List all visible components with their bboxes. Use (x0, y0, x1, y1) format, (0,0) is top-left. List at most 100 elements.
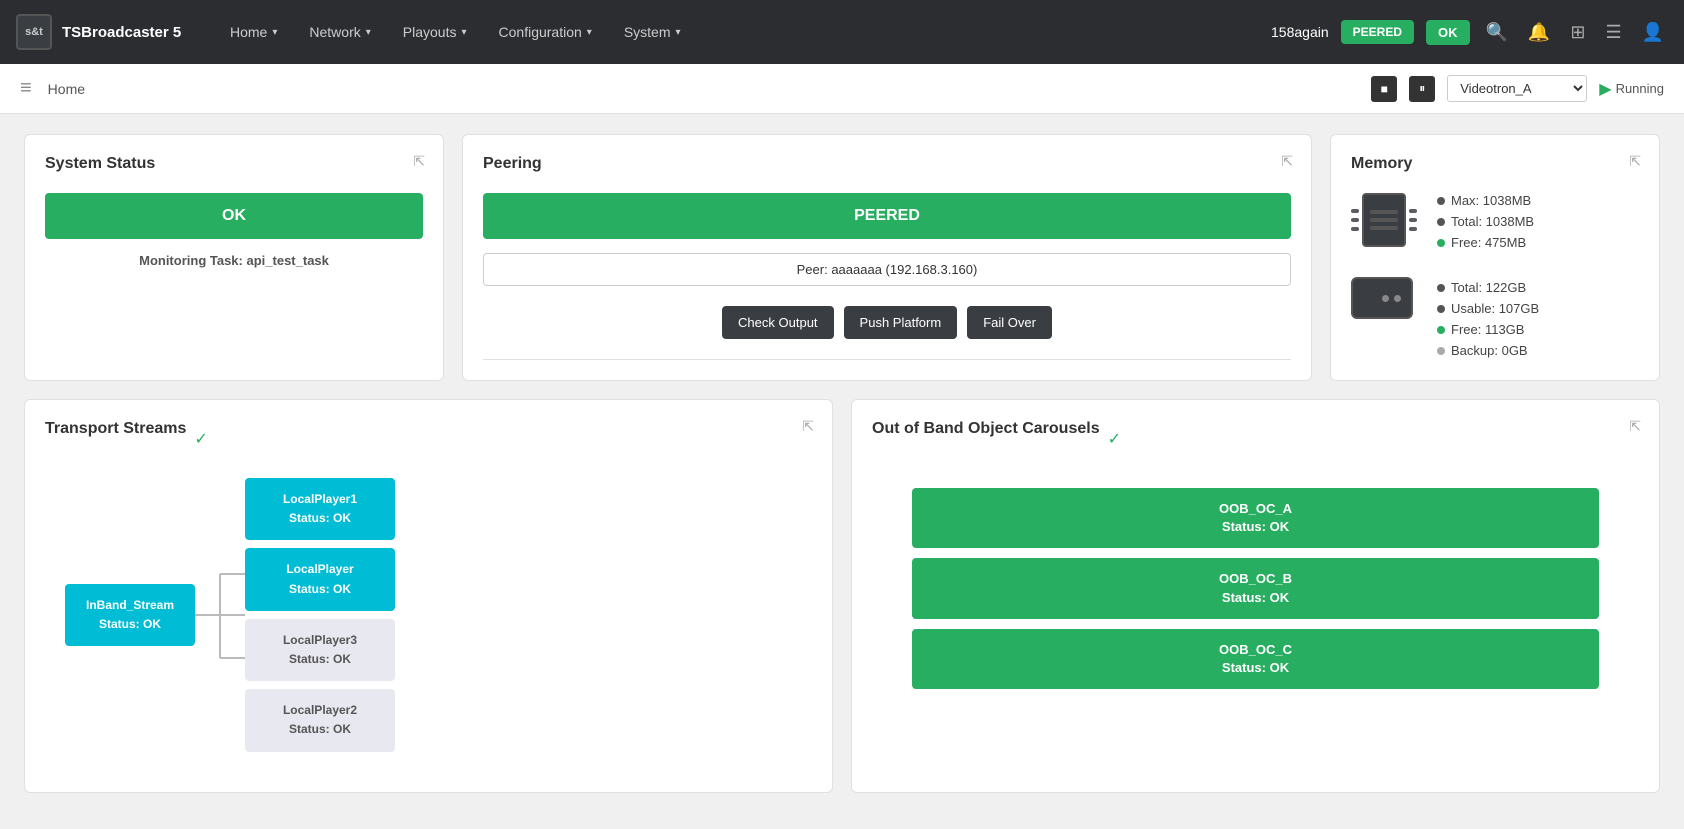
logo-area: s&t TSBroadcaster 5 (16, 14, 196, 50)
peer-actions: Check Output Push Platform Fail Over (483, 306, 1291, 339)
expand-icon[interactable]: ⇱ (802, 418, 814, 435)
nav-system[interactable]: System ▾ (610, 16, 695, 48)
check-icon: ✓ (1108, 429, 1121, 449)
transport-streams-card: ⇱ Transport Streams ✓ InBand_Stream Stat… (24, 399, 833, 793)
players-column: LocalPlayer1 Status: OK LocalPlayer Stat… (245, 478, 395, 752)
peering-card: Peering ⇱ PEERED Peer: aaaaaaa (192.168.… (462, 134, 1312, 381)
pause-button[interactable]: ⏸ (1409, 76, 1435, 102)
monitoring-task: Monitoring Task: api_test_task (45, 253, 423, 268)
nav-network-label: Network (309, 24, 360, 40)
playlist-select[interactable]: Videotron_A (1447, 75, 1587, 102)
mem-stat-max: Max: 1038MB (1437, 193, 1539, 208)
connector-svg (195, 550, 245, 680)
ram-chip-icon (1351, 193, 1417, 247)
expand-icon[interactable]: ⇱ (1281, 153, 1293, 170)
player-4-box[interactable]: LocalPlayer2 Status: OK (245, 689, 395, 751)
nav-configuration-label: Configuration (499, 24, 582, 40)
nav-home-label: Home (230, 24, 267, 40)
main-content: System Status ⇱ OK Monitoring Task: api_… (0, 114, 1684, 813)
grid-icon[interactable]: ⊞ (1566, 18, 1589, 47)
transport-streams-title-row: Transport Streams ✓ (45, 420, 812, 458)
logo-text: s&t (25, 26, 43, 38)
oob-carousels-card: ⇱ Out of Band Object Carousels ✓ OOB_OC_… (851, 399, 1660, 793)
logo-box: s&t (16, 14, 52, 50)
oob-item-a[interactable]: OOB_OC_A Status: OK (912, 488, 1599, 548)
system-status-title: System Status (45, 155, 423, 173)
running-label: Running (1616, 81, 1664, 96)
disk-icon (1351, 277, 1417, 319)
memory-icons (1351, 193, 1417, 319)
playlist-select-wrap: Videotron_A (1447, 75, 1587, 102)
system-status-card: System Status ⇱ OK Monitoring Task: api_… (24, 134, 444, 381)
peering-title: Peering (483, 155, 1291, 173)
oob-items: OOB_OC_A Status: OK OOB_OC_B Status: OK … (872, 478, 1639, 699)
push-platform-button[interactable]: Push Platform (844, 306, 958, 339)
search-icon[interactable]: 🔍 (1482, 18, 1512, 47)
peer-name: 158again (1271, 24, 1329, 40)
peered-badge[interactable]: PEERED (1341, 20, 1414, 44)
transport-streams-title: Transport Streams (45, 420, 186, 438)
stop-button[interactable]: ■ (1371, 76, 1397, 102)
mem-stat-usable: Usable: 107GB (1437, 301, 1539, 316)
oob-title: Out of Band Object Carousels (872, 420, 1100, 438)
chevron-down-icon: ▾ (366, 27, 371, 38)
oob-item-b[interactable]: OOB_OC_B Status: OK (912, 558, 1599, 618)
running-dot-icon: ▶ (1599, 79, 1611, 99)
running-status: ▶ Running (1599, 79, 1664, 99)
peered-status-button[interactable]: PEERED (483, 193, 1291, 239)
mem-stat-backup: Backup: 0GB (1437, 343, 1539, 358)
memory-title: Memory (1351, 155, 1639, 173)
mem-stat-free-disk: Free: 113GB (1437, 322, 1539, 337)
expand-icon[interactable]: ⇱ (413, 153, 425, 170)
system-ok-button[interactable]: OK (45, 193, 423, 239)
chevron-down-icon: ▾ (676, 27, 681, 38)
peer-info: Peer: aaaaaaa (192.168.3.160) (483, 253, 1291, 286)
nav-playouts[interactable]: Playouts ▾ (389, 16, 481, 48)
subbar-right: ■ ⏸ Videotron_A ▶ Running (1371, 75, 1664, 102)
nav-system-label: System (624, 24, 671, 40)
mem-stat-free-ram: Free: 475MB (1437, 235, 1539, 250)
nav-home[interactable]: Home ▾ (216, 16, 291, 48)
nav-right: 158again PEERED OK 🔍 🔔 ⊞ ☰ 👤 (1271, 18, 1668, 47)
pause-icon: ⏸ (1419, 81, 1425, 96)
fail-over-button[interactable]: Fail Over (967, 306, 1052, 339)
nav-network[interactable]: Network ▾ (295, 16, 384, 48)
inband-stream-box[interactable]: InBand_Stream Status: OK (65, 584, 195, 646)
expand-icon[interactable]: ⇱ (1629, 153, 1641, 170)
list-icon[interactable]: ☰ (1601, 18, 1625, 47)
mem-stat-total-ram: Total: 1038MB (1437, 214, 1539, 229)
player-3-box[interactable]: LocalPlayer3 Status: OK (245, 619, 395, 681)
player-1-box[interactable]: LocalPlayer1 Status: OK (245, 478, 395, 540)
top-navigation: s&t TSBroadcaster 5 Home ▾ Network ▾ Pla… (0, 0, 1684, 64)
stop-icon: ■ (1381, 82, 1388, 96)
bell-icon[interactable]: 🔔 (1524, 18, 1554, 47)
memory-content: Max: 1038MB Total: 1038MB Free: 475MB To… (1351, 193, 1639, 358)
nav-configuration[interactable]: Configuration ▾ (485, 16, 606, 48)
subbar: ≡ Home ■ ⏸ Videotron_A ▶ Running (0, 64, 1684, 114)
cards-row-1: System Status ⇱ OK Monitoring Task: api_… (24, 134, 1660, 381)
ok-badge[interactable]: OK (1426, 20, 1470, 45)
check-icon: ✓ (194, 429, 207, 449)
hamburger-icon[interactable]: ≡ (20, 77, 32, 100)
nav-playouts-label: Playouts (403, 24, 457, 40)
stream-diagram: InBand_Stream Status: OK (45, 478, 812, 772)
chevron-down-icon: ▾ (587, 27, 592, 38)
memory-card: Memory ⇱ (1330, 134, 1660, 381)
oob-item-c[interactable]: OOB_OC_C Status: OK (912, 629, 1599, 689)
oob-title-row: Out of Band Object Carousels ✓ (872, 420, 1639, 458)
memory-stats: Max: 1038MB Total: 1038MB Free: 475MB To… (1437, 193, 1539, 358)
monitoring-task-value: api_test_task (247, 253, 329, 268)
mem-stat-total-disk: Total: 122GB (1437, 280, 1539, 295)
monitoring-label: Monitoring Task: (139, 253, 243, 268)
check-output-button[interactable]: Check Output (722, 306, 834, 339)
chevron-down-icon: ▾ (461, 27, 466, 38)
expand-icon[interactable]: ⇱ (1629, 418, 1641, 435)
nav-items: Home ▾ Network ▾ Playouts ▾ Configuratio… (216, 16, 1271, 48)
peer-divider (483, 359, 1291, 360)
breadcrumb: Home (48, 81, 85, 97)
cards-row-2: ⇱ Transport Streams ✓ InBand_Stream Stat… (24, 399, 1660, 793)
user-icon[interactable]: 👤 (1638, 18, 1668, 47)
app-title: TSBroadcaster 5 (62, 24, 181, 41)
player-2-box[interactable]: LocalPlayer Status: OK (245, 548, 395, 610)
chevron-down-icon: ▾ (272, 27, 277, 38)
